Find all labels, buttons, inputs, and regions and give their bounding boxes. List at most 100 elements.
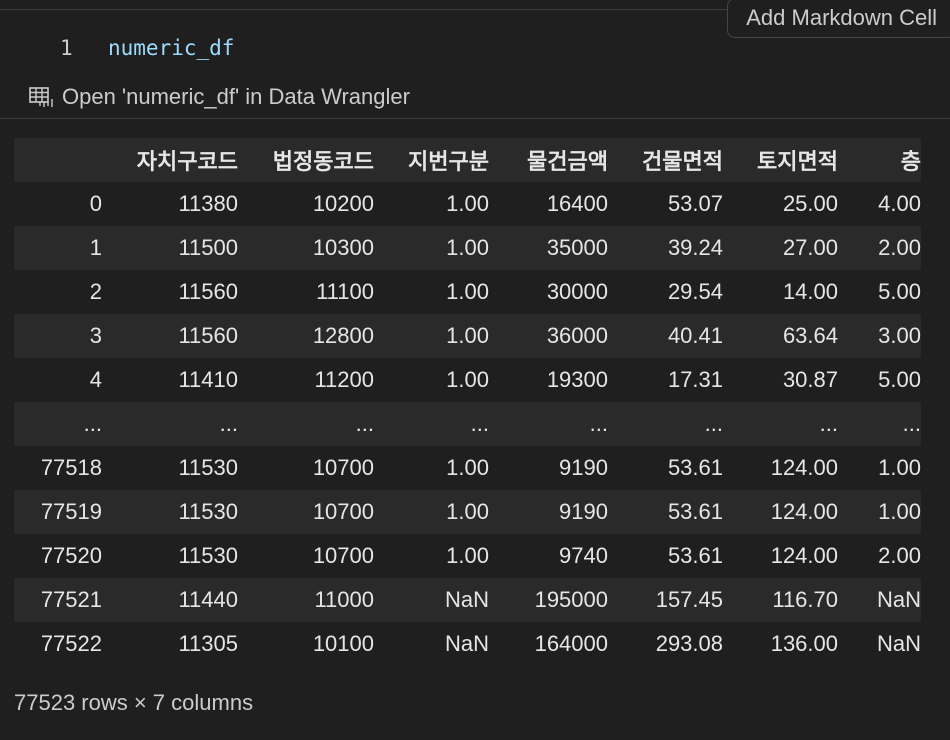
table-cell: 124.00 [770, 499, 838, 524]
table-row: 77521 11440 11000 NaN 195000 157.45 116.70 NaN [14, 578, 921, 622]
dataframe-shape-text: 77523 rows × 7 columns [14, 690, 254, 715]
row-index-cell: 3 [89, 323, 102, 348]
table-cell: 40.41 [667, 323, 723, 348]
table-cell: 11410 [178, 367, 238, 392]
column-header: 자치구코드 [136, 149, 238, 174]
row-index-cell: 4 [89, 367, 102, 392]
table-cell: 14.00 [782, 279, 838, 304]
open-in-data-wrangler-link[interactable]: Open 'numeric_df' in Data Wrangler [28, 84, 410, 110]
table-row: 1 11500 10300 1.00 35000 39.24 27.00 2.00 [14, 226, 921, 270]
table-cell: 116.70 [772, 587, 838, 612]
table-cell: 11440 [178, 587, 238, 612]
table-cell: 1.00 [446, 279, 489, 304]
table-cell: 157.45 [655, 587, 723, 612]
table-cell: 27.00 [782, 235, 838, 260]
table-cell: ... [902, 411, 921, 436]
table-cell: 9740 [559, 543, 608, 568]
table-row: 3 11560 12800 1.00 36000 40.41 63.64 3.00 [14, 314, 921, 358]
table-cell: 10300 [312, 235, 374, 260]
table-cell: 53.61 [667, 499, 723, 524]
table-cell: 11000 [314, 587, 374, 612]
table-cell: 5.00 [878, 367, 921, 392]
table-row: ........................ [14, 402, 921, 446]
table-cell: 11530 [178, 543, 238, 568]
table-cell: 36000 [546, 323, 608, 348]
table-grid-icon [29, 87, 53, 107]
table-cell: 11100 [316, 279, 374, 304]
table-cell: 53.61 [667, 455, 723, 480]
column-header: 지번구분 [408, 149, 489, 174]
column-header: 물건금액 [527, 149, 608, 174]
table-cell: 10700 [312, 455, 374, 480]
table-cell: 10700 [312, 543, 374, 568]
table-cell: NaN [876, 631, 921, 656]
table-cell: 53.07 [667, 191, 723, 216]
table-cell: NaN [444, 631, 489, 656]
table-cell: 1.00 [446, 191, 489, 216]
table-row: 77522 11305 10100 NaN 164000 293.08 136.00 NaN [14, 622, 921, 666]
table-cell: 1.00 [446, 323, 489, 348]
table-cell: 19300 [546, 367, 608, 392]
table-cell: 3.00 [878, 323, 921, 348]
dataframe-table: 자치구코드 법정동코드 지번구분 물건금액 건물면적 토지면적 층 0 11380 10200 1… [14, 138, 921, 666]
table-cell: 11380 [178, 191, 238, 216]
table-cell: 124.00 [770, 543, 838, 568]
table-cell: ... [819, 411, 838, 436]
table-row: 4 11410 11200 1.00 19300 17.31 30.87 5.00 [14, 358, 921, 402]
code-text[interactable]: numeric_df [108, 36, 234, 60]
table-cell: 1.00 [878, 455, 921, 480]
table-cell: 17.31 [667, 367, 723, 392]
row-index-cell: 2 [89, 279, 102, 304]
table-row: 2 11560 11100 1.00 30000 29.54 14.00 5.00 [14, 270, 921, 314]
table-cell: 10700 [312, 499, 374, 524]
table-cell: 164000 [534, 631, 608, 656]
table-cell: 11500 [178, 235, 238, 260]
row-index-cell: 77518 [40, 455, 102, 480]
table-cell: 9190 [559, 455, 608, 480]
table-cell: 11305 [178, 631, 238, 656]
table-cell: 11560 [178, 323, 238, 348]
row-index-cell: 1 [89, 235, 102, 260]
table-cell: 5.00 [878, 279, 921, 304]
table-cell: NaN [876, 587, 921, 612]
table-cell: 124.00 [770, 455, 838, 480]
row-index-cell: 77519 [40, 499, 102, 524]
table-cell: 29.54 [667, 279, 723, 304]
row-index-cell: 77520 [40, 543, 102, 568]
output-divider [0, 118, 950, 119]
code-cell[interactable]: 1 numeric_df Add Markdown Cell Open 'num… [0, 0, 950, 118]
wrangler-link-label: Open 'numeric_df' in Data Wrangler [62, 84, 410, 109]
add-markdown-cell-button[interactable]: Add Markdown Cell [727, 0, 950, 38]
row-index-cell: 77521 [40, 587, 102, 612]
table-cell: 9190 [559, 499, 608, 524]
table-cell: 1.00 [878, 499, 921, 524]
table-cell: 1.00 [446, 235, 489, 260]
table-cell: 39.24 [667, 235, 723, 260]
row-index-cell: ... [83, 411, 102, 436]
table-cell: 11560 [178, 279, 238, 304]
table-cell: 35000 [546, 235, 608, 260]
column-header: 법정동코드 [272, 149, 374, 174]
table-row: 77520 11530 10700 1.00 9740 53.61 124.00 2.00 [14, 534, 921, 578]
table-cell: 1.00 [446, 543, 489, 568]
notebook-cell-output: 1 numeric_df Add Markdown Cell Open 'num… [0, 0, 950, 740]
table-cell: NaN [444, 587, 489, 612]
column-header: 층 [900, 149, 921, 174]
code-line[interactable]: 1 numeric_df [0, 30, 700, 70]
index-header [14, 138, 102, 182]
table-cell: 30000 [546, 279, 608, 304]
line-number: 1 [60, 36, 73, 60]
table-cell: 63.64 [782, 323, 838, 348]
table-cell: 16400 [546, 191, 608, 216]
column-header: 건물면적 [642, 149, 723, 174]
table-cell: 1.00 [446, 367, 489, 392]
row-index-cell: 0 [89, 191, 102, 216]
table-cell: ... [219, 411, 238, 436]
table-cell: 2.00 [878, 235, 921, 260]
table-cell: 195000 [534, 587, 608, 612]
table-cell: 11530 [178, 499, 238, 524]
table-cell: ... [589, 411, 608, 436]
table-cell: 53.61 [667, 543, 723, 568]
table-cell: 2.00 [878, 543, 921, 568]
table-row: 77519 11530 10700 1.00 9190 53.61 124.00 1.00 [14, 490, 921, 534]
